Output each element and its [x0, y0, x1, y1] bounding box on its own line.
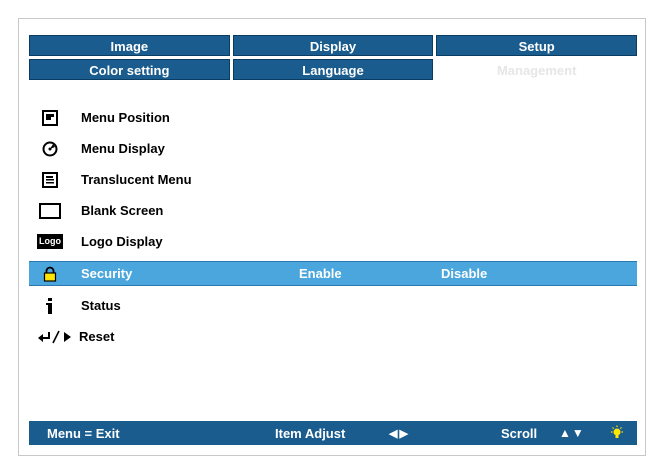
- menu-item-reset[interactable]: Reset: [29, 321, 637, 352]
- menu-item-label: Security: [81, 266, 133, 281]
- footer-exit-hint: Menu = Exit: [47, 425, 120, 441]
- security-disable-option[interactable]: Disable: [441, 266, 487, 281]
- menu-item-label: Menu Position: [81, 110, 170, 125]
- up-down-arrows-icon: ▲▼: [559, 426, 585, 440]
- footer-help-bar: Menu = Exit Item Adjust ◀▶ Scroll ▲▼: [29, 421, 637, 445]
- tab-image[interactable]: Image: [29, 35, 230, 56]
- footer-scroll-hint: Scroll: [501, 425, 538, 441]
- menu-item-logo-display[interactable]: Logo Logo Display: [29, 226, 637, 257]
- menu-item-status[interactable]: Status: [29, 290, 637, 321]
- reset-icon: [37, 330, 73, 344]
- tab-bar: Image Display Setup Color setting Langua…: [29, 35, 638, 83]
- tab-setup[interactable]: Setup: [436, 35, 638, 56]
- menu-display-icon: [37, 141, 63, 157]
- menu-item-translucent-menu[interactable]: Translucent Menu: [29, 164, 637, 195]
- left-right-arrows-icon: ◀▶: [389, 427, 410, 440]
- menu-item-label: Menu Display: [81, 141, 165, 156]
- menu-item-menu-display[interactable]: Menu Display: [29, 133, 637, 164]
- menu-position-icon: [37, 109, 63, 126]
- osd-menu-window: Image Display Setup Color setting Langua…: [18, 18, 646, 456]
- menu-item-label: Reset: [79, 329, 115, 344]
- management-menu: Menu Position Menu Display Translucent M…: [29, 102, 637, 352]
- menu-item-security[interactable]: Security Enable Disable: [29, 261, 637, 286]
- translucent-menu-icon: [37, 171, 63, 188]
- tab-language[interactable]: Language: [232, 59, 434, 80]
- footer-adjust-hint: Item Adjust: [275, 425, 346, 441]
- logo-display-icon: Logo: [37, 234, 63, 249]
- menu-item-label: Blank Screen: [81, 203, 164, 218]
- logo-icon-text: Logo: [37, 234, 63, 249]
- menu-item-label: Logo Display: [81, 234, 163, 249]
- lock-icon: [37, 266, 63, 282]
- tab-row-2: Color setting Language Management: [29, 59, 638, 80]
- lightbulb-icon: [609, 425, 625, 444]
- security-enable-option[interactable]: Enable: [299, 266, 342, 281]
- tab-management[interactable]: Management: [436, 59, 638, 80]
- menu-item-label: Translucent Menu: [81, 172, 192, 187]
- tab-row-1: Image Display Setup: [29, 35, 638, 56]
- blank-screen-icon: [37, 202, 63, 219]
- tab-display[interactable]: Display: [232, 35, 434, 56]
- info-icon: [37, 297, 63, 314]
- menu-item-blank-screen[interactable]: Blank Screen: [29, 195, 637, 226]
- menu-item-label: Status: [81, 298, 121, 313]
- tab-color-setting[interactable]: Color setting: [29, 59, 230, 80]
- menu-item-menu-position[interactable]: Menu Position: [29, 102, 637, 133]
